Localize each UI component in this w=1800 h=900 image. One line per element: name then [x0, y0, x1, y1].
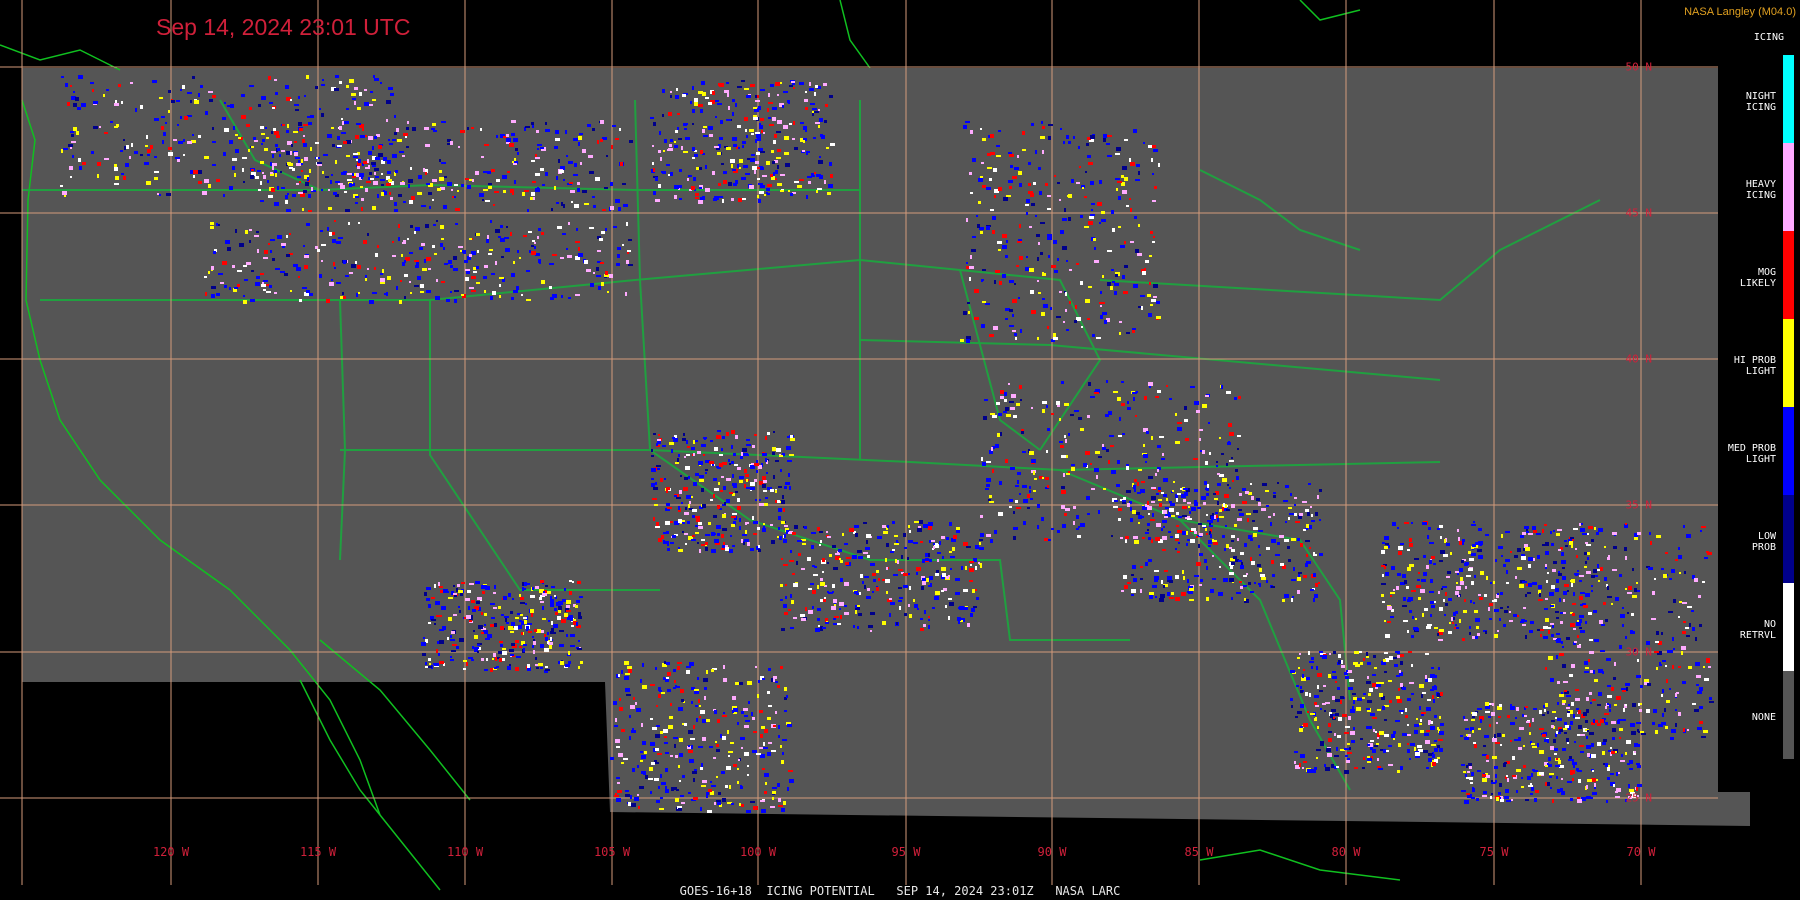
- icing-map: [0, 0, 1750, 891]
- legend-swatch-heavy-icing: [1783, 143, 1794, 231]
- legend-title: ICING: [1753, 32, 1784, 43]
- lat-label-50n: 50 N: [1625, 60, 1653, 74]
- lat-label-30n: 30 N: [1625, 645, 1653, 659]
- legend-swatch-night-icing: [1783, 55, 1794, 143]
- lon-label-120w: 120 W: [152, 845, 190, 859]
- legend-swatch-none: [1783, 671, 1794, 759]
- legend-label-hi-prob-light: HI PROB LIGHT: [1733, 355, 1776, 377]
- legend-label-night-icing: NIGHT ICING: [1745, 91, 1776, 113]
- lon-label-100w: 100 W: [739, 845, 777, 859]
- lon-label-85w: 85 W: [1184, 845, 1214, 859]
- legend-swatch-no-retrvl: [1783, 583, 1794, 671]
- lon-label-105w: 105 W: [593, 845, 631, 859]
- data-coverage-area: [22, 68, 1750, 826]
- legend-label-no-retrvl: NO RETRVL: [1739, 619, 1776, 641]
- lat-label-25n: 25 N: [1625, 791, 1653, 805]
- legend-label-med-prob-light: MED PROB LIGHT: [1727, 443, 1776, 465]
- legend-label-mog-likely: MOG LIKELY: [1739, 267, 1776, 289]
- map-title: Sep 14, 2024 23:01 UTC: [156, 14, 411, 40]
- legend-swatch-low-prob: [1783, 495, 1794, 583]
- lon-label-110w: 110 W: [446, 845, 484, 859]
- lat-label-35n: 35 N: [1625, 498, 1653, 512]
- legend-swatch-mog-likely: [1783, 231, 1794, 319]
- lon-label-70w: 70 W: [1626, 845, 1656, 859]
- legend-swatch-hi-prob-light: [1783, 319, 1794, 407]
- lat-label-40n: 40 N: [1625, 352, 1653, 366]
- legend-label-none: NONE: [1751, 712, 1776, 723]
- legend-swatch-med-prob-light: [1783, 407, 1794, 495]
- lat-label-45n: 45 N: [1625, 206, 1653, 220]
- lon-label-90w: 90 W: [1037, 845, 1067, 859]
- lon-label-80w: 80 W: [1331, 845, 1361, 859]
- credit-label: NASA Langley (M04.0): [1684, 6, 1796, 18]
- footer-caption: GOES-16+18 ICING POTENTIAL SEP 14, 2024 …: [679, 884, 1121, 898]
- lon-label-75w: 75 W: [1479, 845, 1509, 859]
- lon-label-95w: 95 W: [891, 845, 921, 859]
- legend-label-heavy-icing: HEAVY ICING: [1745, 179, 1776, 201]
- lon-label-115w: 115 W: [299, 845, 337, 859]
- legend-label-low-prob: LOW PROB: [1751, 531, 1776, 553]
